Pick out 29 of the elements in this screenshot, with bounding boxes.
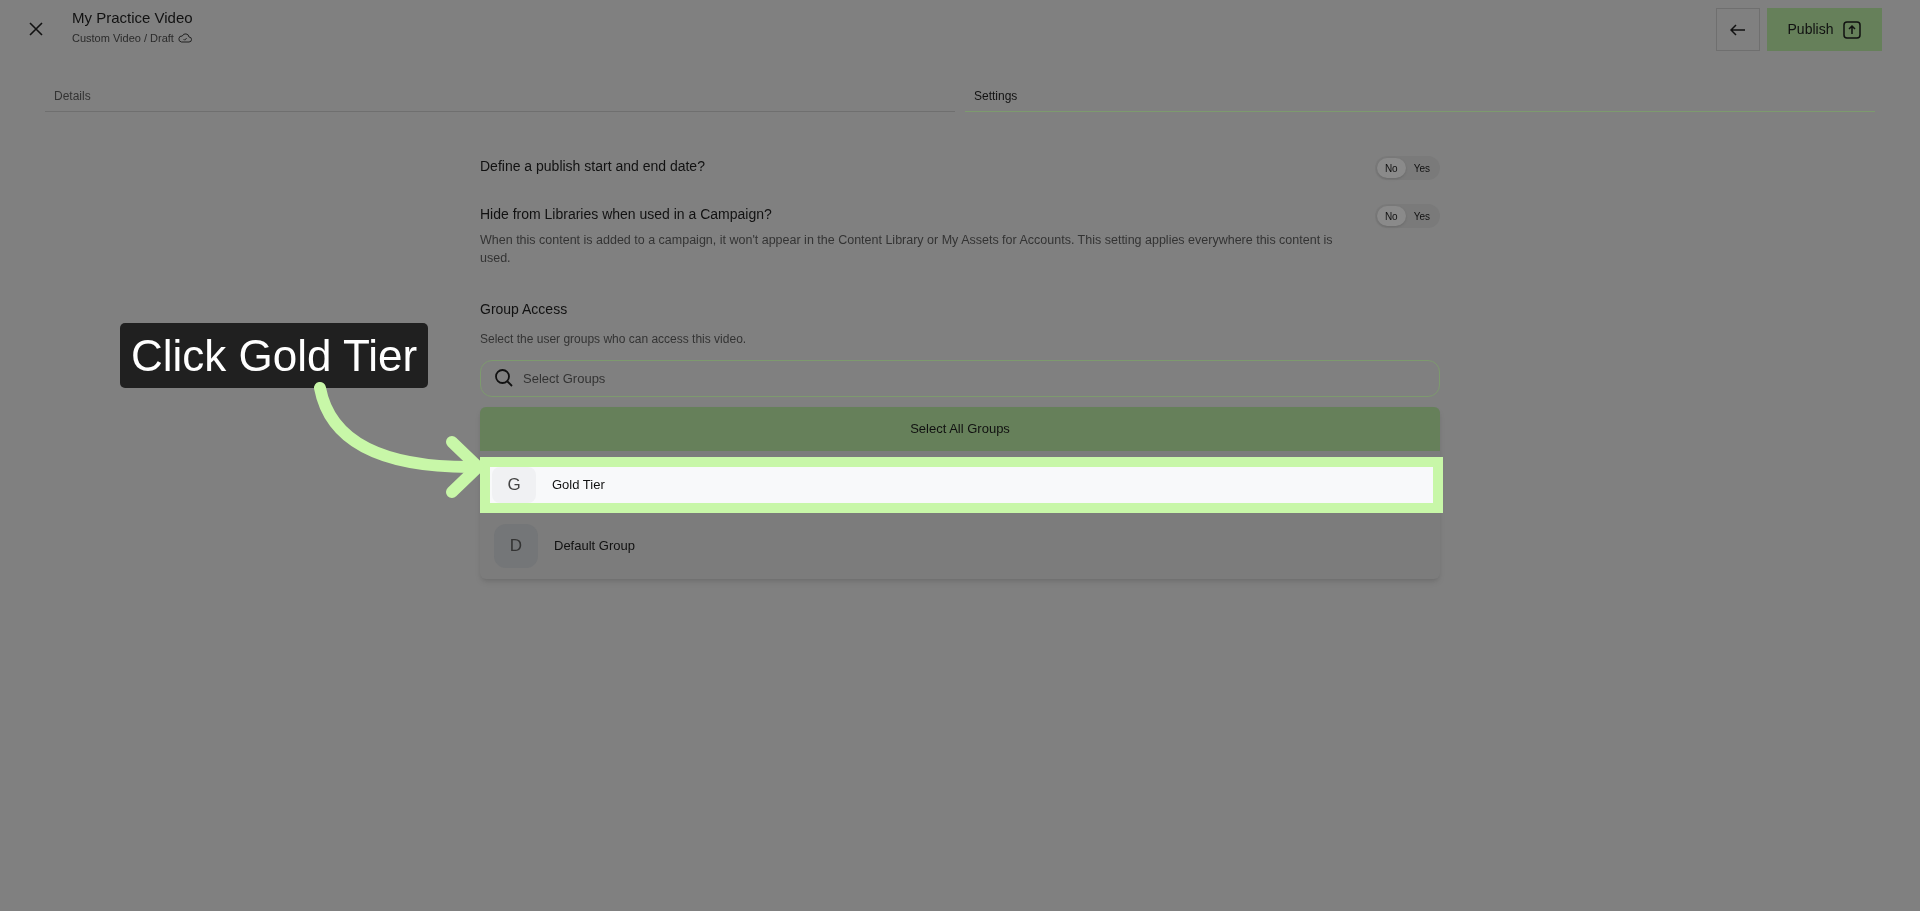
search-field[interactable]: Select Groups <box>480 360 1440 397</box>
cloud-icon <box>177 33 192 44</box>
page-title: My Practice Video <box>72 8 193 28</box>
group-name: Gold Tier <box>552 476 605 495</box>
toggle-option[interactable]: No <box>1376 158 1406 178</box>
breadcrumb: Custom Video / Draft <box>72 31 174 46</box>
callout-label: Click Gold Tier <box>120 323 429 388</box>
tab[interactable]: Settings <box>965 87 1875 112</box>
group-avatar: G <box>492 467 536 503</box>
back-arrow-icon <box>1730 23 1746 36</box>
setting-question: Define a publish start and end date? <box>480 157 706 176</box>
select-all-button[interactable]: Select All Groups <box>480 407 1440 451</box>
tab[interactable]: Details <box>45 87 955 112</box>
search-icon <box>494 368 514 388</box>
upload-icon <box>1843 20 1862 39</box>
back-button[interactable] <box>1716 8 1760 51</box>
section-subtitle: Select the user groups who can access this video. <box>480 331 748 348</box>
toggle-option[interactable]: No <box>1376 206 1406 226</box>
group-option[interactable]: D Default Group <box>480 513 1440 579</box>
toggle-option[interactable]: Yes <box>1405 158 1438 178</box>
setting-description: When this content is added to a campaign, it won't appear in the Content Library or My Assets for Accounts. This setting applies everywhere this content is used. <box>480 232 1334 267</box>
group-name: Default Group <box>554 537 635 556</box>
close-icon <box>29 22 43 36</box>
setting-question: Hide from Libraries when used in a Campaign? <box>480 205 773 224</box>
group-avatar: D <box>494 524 538 568</box>
toggle-option[interactable]: Yes <box>1405 206 1438 226</box>
group-option[interactable]: G Gold Tier <box>480 457 1443 513</box>
publish-button[interactable]: Publish <box>1767 8 1882 51</box>
section-title: Group Access <box>480 300 569 319</box>
